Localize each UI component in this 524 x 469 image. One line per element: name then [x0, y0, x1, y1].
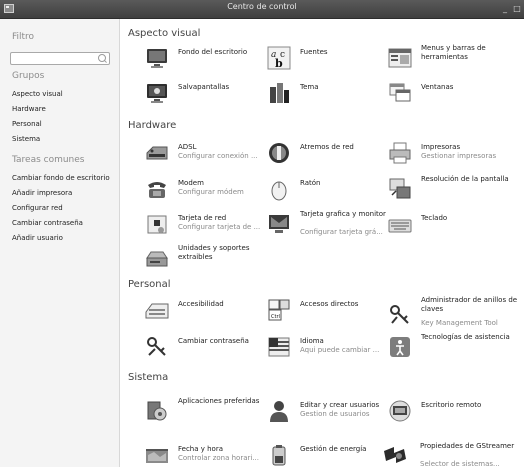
- password-keys-icon: [147, 337, 166, 356]
- item-label: Escritorio remoto: [421, 401, 482, 409]
- item-label: Ratón: [300, 179, 321, 187]
- adsl-modem-icon: [146, 146, 168, 160]
- item-label: Tarjeta de red: [178, 214, 227, 222]
- menus-toolbars-icon: [388, 48, 412, 68]
- item-label: Gestión de energía: [300, 445, 367, 453]
- task-link-add-user[interactable]: Añadir usuario: [12, 234, 63, 242]
- desktop-background-icon: [147, 49, 167, 68]
- tasks-heading: Tareas comunes: [12, 155, 85, 165]
- phone-modem-icon: [148, 182, 166, 198]
- window-title: Centro de control: [227, 2, 297, 11]
- group-link-hardware[interactable]: Hardware: [12, 105, 46, 113]
- item-label: Administrador de anillos de claves: [421, 296, 518, 313]
- graphics-monitor-icon: [269, 215, 289, 233]
- item-label: Teclado: [421, 214, 448, 222]
- item-label: Cambiar contraseña: [178, 337, 249, 345]
- item-label: Tecnologías de asistencia: [421, 333, 510, 341]
- group-link-personal[interactable]: Personal: [12, 120, 42, 128]
- item-label: Idioma: [300, 337, 324, 345]
- svg-text:Ctrl: Ctrl: [271, 314, 280, 320]
- item-description: Configurar tarjeta grá...: [300, 228, 383, 236]
- language-flag-icon: [268, 337, 290, 357]
- filter-heading: Filtro: [12, 32, 35, 42]
- svg-text:b: b: [275, 57, 283, 70]
- search-icon: [98, 54, 106, 62]
- item-label: Ventanas: [421, 83, 454, 91]
- item-label: Accesos directos: [300, 300, 359, 308]
- assistive-tech-icon: [390, 337, 410, 357]
- item-label: Propiedades de GStreamer: [420, 442, 515, 450]
- item-description: Gestionar impresoras: [421, 152, 497, 160]
- task-link-configure-network[interactable]: Configurar red: [12, 204, 63, 212]
- remote-desktop-icon: [389, 400, 411, 422]
- task-link-add-printer[interactable]: Añadir impresora: [12, 189, 72, 197]
- windows-icon: [389, 83, 411, 102]
- filter-search-input[interactable]: [10, 52, 110, 65]
- printer-icon: [389, 142, 411, 164]
- task-link-change-background[interactable]: Cambiar fondo de escritorio: [12, 174, 110, 182]
- group-link-aspecto-visual[interactable]: Aspecto visual: [12, 90, 63, 98]
- item-description: Configurar conexión ...: [178, 152, 258, 160]
- item-description: Controlar zona horari...: [178, 454, 259, 462]
- item-label: ADSL: [178, 143, 197, 151]
- item-description: Configurar tarjeta de ...: [178, 223, 261, 231]
- section-title-aspecto-visual: Aspecto visual: [128, 28, 201, 39]
- item-label: Salvapantallas: [178, 83, 230, 91]
- item-label: Accesibilidad: [178, 300, 224, 308]
- groups-heading: Grupos: [12, 71, 45, 81]
- item-label: Impresoras: [421, 143, 461, 151]
- users-icon: [270, 401, 288, 422]
- sidebar: Filtro Grupos Aspecto visual Hardware Pe…: [0, 19, 120, 467]
- item-label: Fecha y hora: [178, 445, 224, 453]
- item-description: Configurar módem: [178, 188, 244, 196]
- section-title-hardware: Hardware: [128, 120, 177, 131]
- item-label: Unidades y soportes extraibles: [178, 244, 250, 261]
- section-title-personal: Personal: [128, 279, 171, 290]
- screensaver-icon: [147, 84, 167, 103]
- item-description: Key Management Tool: [421, 319, 498, 327]
- fonts-icon: a c b: [267, 46, 291, 70]
- item-label: Resolución de la pantalla: [421, 175, 509, 183]
- minimize-button[interactable]: _: [500, 3, 510, 14]
- theme-icon: [270, 83, 289, 103]
- preferred-apps-icon: [147, 401, 167, 421]
- item-label: Fuentes: [300, 48, 328, 56]
- keyboard-shortcuts-icon: Ctrl: [268, 299, 290, 321]
- item-label: Atremos de red: [300, 143, 354, 151]
- section-title-sistema: Sistema: [128, 372, 169, 383]
- accessibility-keyboard-icon: [145, 303, 169, 319]
- item-description: Gestion de usuarios: [300, 410, 370, 418]
- title-bar[interactable]: Centro de control _ □: [0, 0, 524, 19]
- item-label: Menus y barras de herramientas: [421, 44, 486, 61]
- item-label: Tema: [300, 83, 319, 91]
- date-time-icon: [146, 449, 168, 463]
- gstreamer-icon: [384, 447, 406, 463]
- screen-resolution-icon: [389, 178, 411, 199]
- network-card-icon: [147, 215, 167, 234]
- item-description: Selector de sistemas...: [420, 460, 500, 468]
- item-label: Fondo del escritorio: [178, 48, 248, 56]
- network-proxy-icon: [269, 143, 289, 163]
- item-label: Modem: [178, 179, 204, 187]
- maximize-button[interactable]: □: [512, 3, 522, 14]
- group-link-sistema[interactable]: Sistema: [12, 135, 40, 143]
- keyring-icon: [390, 305, 409, 324]
- control-center-window: Centro de control _ □ Filtro Grupos Aspe…: [0, 0, 524, 468]
- mouse-icon: [271, 181, 287, 201]
- item-description: Aqui puede cambiar ...: [300, 346, 380, 354]
- keyboard-icon: [388, 219, 412, 233]
- removable-drive-icon: [146, 251, 168, 267]
- power-battery-icon: [272, 445, 286, 466]
- item-label: Editar y crear usuarios: [300, 401, 380, 409]
- task-link-change-password[interactable]: Cambiar contraseña: [12, 219, 83, 227]
